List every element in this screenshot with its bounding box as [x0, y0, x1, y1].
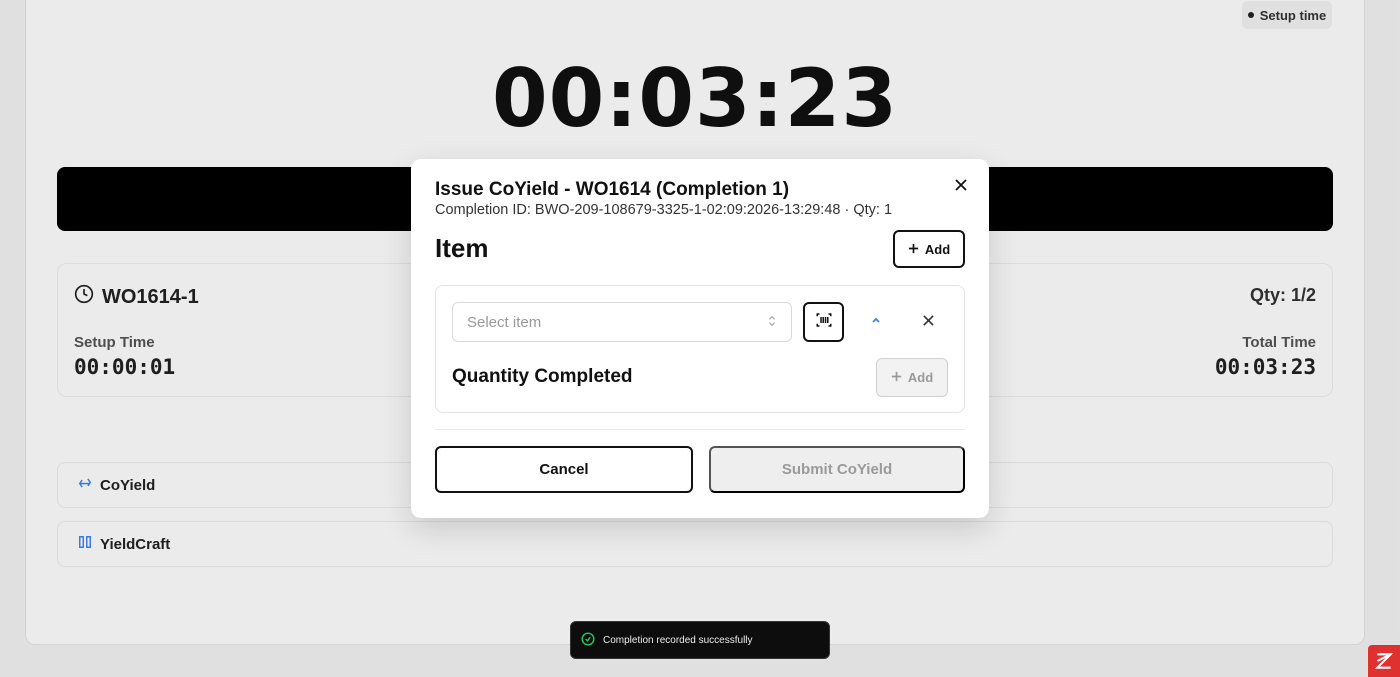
chevron-up-icon: [870, 313, 882, 331]
modal-divider: [435, 429, 965, 430]
add-quantity-button[interactable]: Add: [876, 358, 948, 397]
success-toast: Completion recorded successfully: [570, 621, 830, 659]
remove-item-button[interactable]: [908, 302, 948, 342]
barcode-scan-icon: [815, 311, 833, 334]
item-section-title: Item: [435, 233, 489, 263]
cancel-button[interactable]: Cancel: [435, 446, 693, 493]
close-icon: [922, 313, 934, 331]
chevron-up-down-icon: [767, 314, 777, 331]
scan-barcode-button[interactable]: [803, 302, 844, 342]
modal-subtitle: Completion ID: BWO-209-108679-3325-1-02:…: [435, 202, 893, 218]
add-item-button[interactable]: Add: [893, 230, 965, 268]
add-item-label: Add: [924, 241, 951, 257]
quantity-completed-title: Quantity Completed: [452, 366, 633, 387]
add-quantity-label: Add: [907, 370, 934, 385]
issue-coyield-modal: Issue CoYield - WO1614 (Completion 1) Co…: [411, 159, 989, 518]
brand-logo-icon[interactable]: [1368, 645, 1400, 677]
plus-icon: [908, 242, 919, 257]
check-circle-icon: [581, 631, 595, 649]
item-entry-box: Select item Quantity Completed Add: [435, 285, 965, 413]
plus-icon: [891, 370, 902, 385]
item-select-placeholder: Select item: [467, 313, 542, 331]
modal-title: Issue CoYield - WO1614 (Completion 1): [435, 179, 790, 200]
toast-message: Completion recorded successfully: [603, 634, 753, 646]
item-select[interactable]: Select item: [452, 302, 792, 342]
move-up-button[interactable]: [856, 302, 896, 342]
submit-coyield-button[interactable]: Submit CoYield: [709, 446, 965, 493]
close-icon[interactable]: [951, 175, 971, 195]
